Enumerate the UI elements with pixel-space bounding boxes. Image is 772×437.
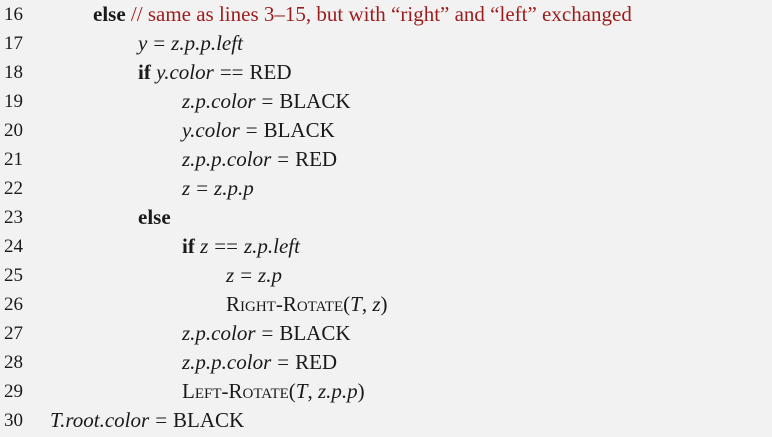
code-text: if y.color == RED: [138, 58, 292, 87]
code-line: 17 y = z.p.p.left: [0, 29, 772, 58]
code-token: =: [240, 263, 253, 287]
code-token: =: [155, 408, 168, 432]
line-number: 23: [4, 207, 23, 228]
code-line: 30 T.root.color = BLACK: [0, 406, 772, 435]
code-token: ): [357, 379, 365, 403]
code-token: BLACK: [263, 118, 335, 142]
code-token: =: [261, 89, 274, 113]
code-text: z = z.p: [226, 261, 282, 290]
code-token: RED: [295, 350, 338, 374]
code-line: 24 if z == z.p.left: [0, 232, 772, 261]
code-token: Left-Rotate: [182, 379, 289, 403]
code-text: z.p.p.color = RED: [182, 145, 337, 174]
code-line: 21 z.p.p.color = RED: [0, 145, 772, 174]
code-text: z = z.p.p: [182, 174, 254, 203]
pseudocode-listing: 16 else // same as lines 3–15, but with “…: [0, 0, 772, 437]
code-token: RED: [249, 60, 292, 84]
code-token: BLACK: [173, 408, 245, 432]
line-number: 19: [4, 91, 23, 112]
code-token: =: [153, 31, 166, 55]
code-token: else: [138, 205, 171, 229]
code-text: y.color = BLACK: [182, 116, 335, 145]
code-token: z: [372, 292, 381, 316]
code-token: Right-Rotate: [226, 292, 344, 316]
code-line: 18 if y.color == RED: [0, 58, 772, 87]
code-token: ==: [214, 234, 238, 258]
code-text: z.p.color = BLACK: [182, 319, 351, 348]
code-line: 27 z.p.color = BLACK: [0, 319, 772, 348]
code-token: else: [93, 2, 126, 26]
code-line: 29 Left-Rotate(T, z.p.p): [0, 377, 772, 406]
code-token: y: [138, 31, 148, 55]
code-text: Left-Rotate(T, z.p.p): [182, 377, 365, 406]
code-token: BLACK: [279, 89, 351, 113]
code-token: z.p.left: [243, 234, 300, 258]
line-number: 28: [4, 352, 23, 373]
line-number: 25: [4, 265, 23, 286]
code-line: 20 y.color = BLACK: [0, 116, 772, 145]
code-line: 26 Right-Rotate(T, z): [0, 290, 772, 319]
code-token: z.p.color: [182, 321, 256, 345]
code-token: z.p.p: [317, 379, 358, 403]
code-line: 22 z = z.p.p: [0, 174, 772, 203]
code-line: 28 z.p.p.color = RED: [0, 348, 772, 377]
code-token: RED: [295, 147, 338, 171]
line-number: 18: [4, 62, 23, 83]
line-number: 21: [4, 149, 23, 170]
code-token: =: [277, 147, 290, 171]
code-token: =: [277, 350, 290, 374]
code-text: else: [138, 203, 171, 232]
code-token: T: [295, 379, 308, 403]
code-token: ): [380, 292, 388, 316]
code-token: z.p.p.color: [182, 147, 272, 171]
code-token: y.color: [182, 118, 240, 142]
code-token: y.color: [156, 60, 214, 84]
line-number: 26: [4, 294, 23, 315]
code-token: z.p: [258, 263, 282, 287]
line-number: 20: [4, 120, 23, 141]
code-text: if z == z.p.left: [182, 232, 300, 261]
code-line: 23 else: [0, 203, 772, 232]
code-token: z.p.p.left: [171, 31, 243, 55]
code-token: ,: [361, 292, 373, 316]
code-text: Right-Rotate(T, z): [226, 290, 388, 319]
code-token: z.p.p.color: [182, 350, 272, 374]
code-line: 16 else // same as lines 3–15, but with “…: [0, 0, 772, 29]
code-token: // same as lines 3–15, but with “right” …: [125, 2, 632, 26]
line-number: 24: [4, 236, 23, 257]
line-number: 17: [4, 33, 23, 54]
code-token: T: [350, 292, 362, 316]
code-line: 25 z = z.p: [0, 261, 772, 290]
code-token: z.p.p: [214, 176, 254, 200]
line-number: 30: [4, 410, 23, 431]
code-token: =: [261, 321, 274, 345]
line-number: 22: [4, 178, 23, 199]
code-token: (: [288, 379, 296, 403]
code-token: if: [138, 60, 157, 84]
code-text: else // same as lines 3–15, but with “ri…: [93, 0, 632, 29]
code-text: z.p.p.color = RED: [182, 348, 337, 377]
code-text: z.p.color = BLACK: [182, 87, 351, 116]
code-token: =: [196, 176, 209, 200]
code-token: z: [182, 176, 191, 200]
code-token: z: [226, 263, 235, 287]
code-token: T.root.color: [50, 408, 150, 432]
code-text: y = z.p.p.left: [138, 29, 243, 58]
code-line: 19 z.p.color = BLACK: [0, 87, 772, 116]
line-number: 16: [4, 4, 23, 25]
code-token: ==: [219, 60, 244, 84]
code-token: =: [245, 118, 258, 142]
code-token: ,: [307, 379, 318, 403]
code-text: T.root.color = BLACK: [50, 406, 244, 435]
code-token: BLACK: [279, 321, 351, 345]
code-token: z.p.color: [182, 89, 256, 113]
code-token: if: [182, 234, 201, 258]
line-number: 29: [4, 381, 23, 402]
line-number: 27: [4, 323, 23, 344]
